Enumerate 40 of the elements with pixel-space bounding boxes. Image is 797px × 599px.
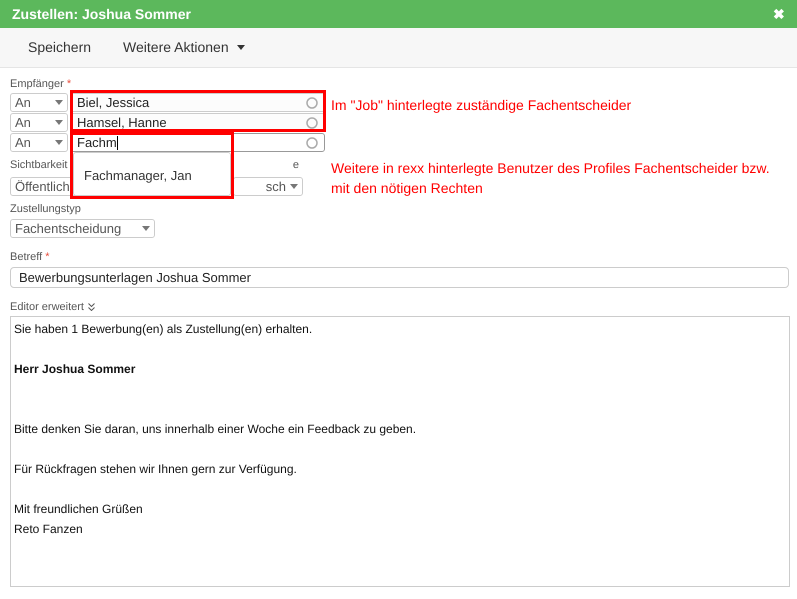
recipient-field[interactable]: Fachm — [70, 133, 325, 152]
editor-text: Mit freundlichen Grüßen — [14, 501, 144, 518]
double-chevron-icon[interactable] — [88, 303, 95, 311]
field-label: e — [292, 158, 300, 172]
select-field[interactable]: An — [10, 113, 68, 132]
required-mark: * — [66, 78, 72, 90]
caret-icon — [55, 100, 63, 105]
required-mark: * — [45, 251, 50, 263]
clear-icon[interactable] — [306, 116, 318, 128]
text-cursor — [116, 136, 118, 150]
caret-icon — [290, 184, 298, 189]
caret-icon — [55, 140, 63, 145]
caret-icon — [55, 120, 63, 125]
editor-text: Reto Fanzen — [14, 521, 84, 538]
caret-icon — [236, 45, 245, 50]
caret-icon — [142, 226, 150, 231]
editor-text: Bitte denken Sie daran, uns innerhalb einer Woche ein Feedback zu geben. — [14, 421, 418, 438]
field-label: Sichtbarkeit — [10, 158, 68, 172]
save-button[interactable]: Speichern — [16, 33, 104, 62]
clear-icon[interactable] — [306, 96, 318, 108]
subject-field[interactable]: Bewerbungsunterlagen Joshua Sommer — [10, 267, 789, 288]
clear-icon[interactable] — [306, 136, 318, 148]
editor-text: Herr Joshua Sommer — [14, 361, 136, 378]
select-field[interactable]: An — [10, 93, 68, 112]
select-field[interactable]: Fachentscheidung — [10, 219, 155, 238]
editor-area[interactable] — [10, 316, 790, 587]
annotation-text: Weitere in rexx hinterlegte Benutzer des Profiles Fachentscheider bzw. mit den nötigen Rechten — [331, 159, 771, 198]
actions-menu-button[interactable]: Weitere Aktionen — [111, 33, 257, 62]
suggestion-item[interactable]: Fachmanager, Jan — [84, 166, 230, 186]
field-label: Zustellungstyp — [10, 202, 82, 216]
field-label: Editor erweitert — [10, 300, 84, 314]
field-label: Empfänger * — [10, 77, 72, 91]
select-field[interactable]: sch — [233, 177, 303, 196]
window-title: Zustellen: Joshua Sommer — [12, 4, 192, 24]
editor-text: Für Rückfragen stehen wir Ihnen gern zur Verfügung. — [14, 461, 298, 478]
annotation-text: Im "Job" hinterlegte zuständige Fachentscheider — [331, 96, 632, 115]
recipient-field[interactable]: Biel, Jessica — [70, 93, 325, 112]
editor-text: Sie haben 1 Bewerbung(en) als Zustellung(en) erhalten. — [14, 321, 314, 338]
field-label: Betreff * — [10, 250, 51, 264]
select-field[interactable]: An — [10, 133, 68, 152]
